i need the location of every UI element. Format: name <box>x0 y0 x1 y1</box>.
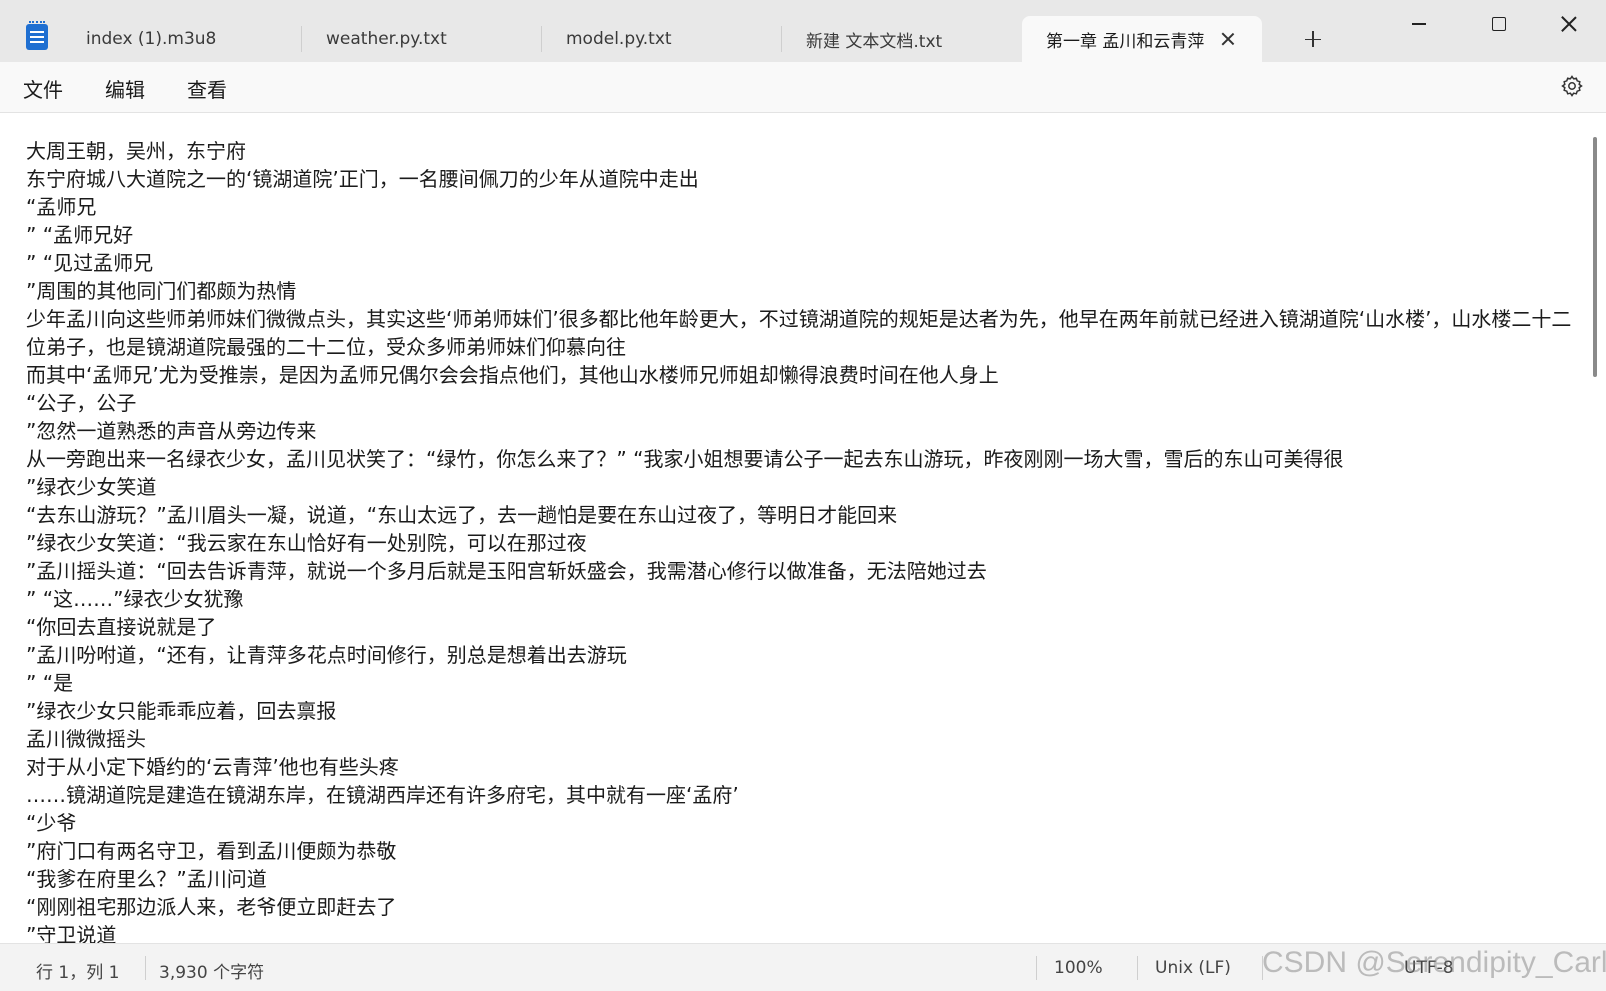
zoom-level[interactable]: 100% <box>1054 958 1103 978</box>
maximize-button[interactable] <box>1476 10 1522 40</box>
text-line: ”守卫说道 <box>26 923 117 943</box>
line-ending[interactable]: Unix (LF) <box>1155 958 1231 978</box>
text-line: ” “见过孟师兄 <box>26 251 154 275</box>
status-divider <box>1036 956 1037 980</box>
text-line: ”周围的其他同门们都颇为热情 <box>26 279 297 303</box>
text-line: “少爷 <box>26 811 77 835</box>
text-line: ……镜湖道院是建造在镜湖东岸，在镜湖西岸还有许多府宅，其中就有一座‘孟府’ <box>26 783 739 807</box>
tab-index-m3u8[interactable]: index (1).m3u8 <box>62 16 302 62</box>
window-close-button[interactable] <box>1546 10 1592 40</box>
text-line: 从一旁跑出来一名绿衣少女，孟川见状笑了：“绿竹，你怎么来了？” “我家小姐想要请… <box>26 447 1344 471</box>
menu-file[interactable]: 文件 <box>23 74 63 103</box>
menu-view[interactable]: 查看 <box>187 74 227 103</box>
tab-new-text-document[interactable]: 新建 文本文档.txt <box>782 16 1022 62</box>
tab-strip: index (1).m3u8 weather.py.txt model.py.t… <box>62 16 1262 62</box>
text-line: ” “孟师兄好 <box>26 223 134 247</box>
csdn-watermark: CSDN @Serendipity_Carl <box>1262 946 1606 979</box>
text-line: ”绿衣少女只能乖乖应着，回去禀报 <box>26 699 337 723</box>
text-line: “公子，公子 <box>26 391 137 415</box>
status-divider <box>1137 956 1138 980</box>
text-line: ”忽然一道熟悉的声音从旁边传来 <box>26 419 317 443</box>
text-line: “我爹在府里么？”孟川问道 <box>26 867 267 891</box>
menu-bar: 文件 编辑 查看 <box>0 62 1606 113</box>
vertical-scrollbar[interactable] <box>1593 137 1597 377</box>
tab-label: 新建 文本文档.txt <box>806 31 943 52</box>
menu-edit[interactable]: 编辑 <box>105 74 145 103</box>
notepad-window: index (1).m3u8 weather.py.txt model.py.t… <box>0 0 1606 991</box>
text-line: ”绿衣少女笑道 <box>26 475 157 499</box>
text-line: ”孟川吩咐道，“还有，让青萍多花点时间修行，别总是想着出去游玩 <box>26 643 627 667</box>
tab-label: index (1).m3u8 <box>86 29 217 49</box>
tab-label: 第一章 孟川和云青萍 <box>1046 31 1205 52</box>
minimize-button[interactable] <box>1396 10 1442 40</box>
text-line: ” “这……”绿衣少女犹豫 <box>26 587 244 611</box>
tab-model-py[interactable]: model.py.txt <box>542 16 782 62</box>
title-bar: index (1).m3u8 weather.py.txt model.py.t… <box>0 0 1606 62</box>
cursor-position: 行 1，列 1 <box>36 963 120 983</box>
text-line: ”绿衣少女笑道：“我云家在东山恰好有一处别院，可以在那过夜 <box>26 531 587 555</box>
plus-icon[interactable] <box>1298 24 1328 54</box>
text-line: “孟师兄 <box>26 195 97 219</box>
status-divider <box>145 956 146 980</box>
tab-chapter-one[interactable]: 第一章 孟川和云青萍 <box>1022 16 1262 62</box>
text-line: 对于从小定下婚约的‘云青萍’他也有些头疼 <box>26 755 399 779</box>
text-line: ” “是 <box>26 671 74 695</box>
notepad-icon <box>26 21 48 50</box>
text-line: “刚刚祖宅那边派人来，老爷便立即赶去了 <box>26 895 397 919</box>
tab-weather-py[interactable]: weather.py.txt <box>302 16 542 62</box>
text-line: ”府门口有两名守卫，看到孟川便颇为恭敬 <box>26 839 397 863</box>
char-count: 3,930 个字符 <box>159 963 265 983</box>
document-text[interactable]: 大周王朝，吴州，东宁府东宁府城八大道院之一的‘镜湖道院’正门，一名腰间佩刀的少年… <box>26 137 1574 943</box>
text-editor[interactable]: 大周王朝，吴州，东宁府东宁府城八大道院之一的‘镜湖道院’正门，一名腰间佩刀的少年… <box>0 113 1606 943</box>
text-line: 大周王朝，吴州，东宁府 <box>26 139 246 163</box>
text-line: “去东山游玩？”孟川眉头一凝，说道，“东山太远了，去一趟怕是要在东山过夜了，等明… <box>26 503 898 527</box>
text-line: 而其中‘孟师兄’尤为受推崇，是因为孟师兄偶尔会会指点他们，其他山水楼师兄师姐却懒… <box>26 363 999 387</box>
text-line: ”孟川摇头道：“回去告诉青萍，就说一个多月后就是玉阳宫斩妖盛会，我需潜心修行以做… <box>26 559 987 583</box>
tab-label: weather.py.txt <box>326 29 447 49</box>
close-icon[interactable] <box>1218 29 1238 49</box>
text-line: “你回去直接说就是了 <box>26 615 217 639</box>
text-line: 少年孟川向这些师弟师妹们微微点头，其实这些‘师弟师妹们’很多都比他年龄更大，不过… <box>26 307 1572 359</box>
tab-label: model.py.txt <box>566 29 672 49</box>
text-line: 东宁府城八大道院之一的‘镜湖道院’正门，一名腰间佩刀的少年从道院中走出 <box>26 167 699 191</box>
text-line: 孟川微微摇头 <box>26 727 146 751</box>
gear-icon[interactable] <box>1560 74 1584 98</box>
